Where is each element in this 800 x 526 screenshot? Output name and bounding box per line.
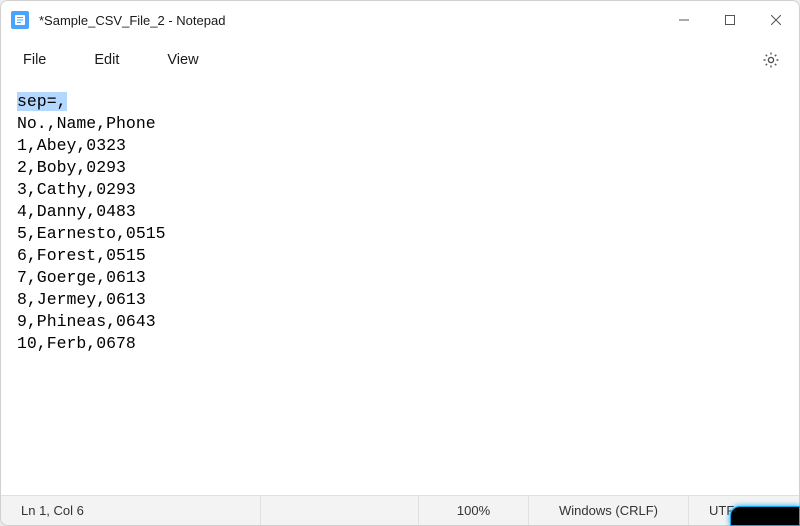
settings-icon[interactable] xyxy=(761,50,781,70)
title-bar[interactable]: *Sample_CSV_File_2 - Notepad xyxy=(1,1,799,39)
status-cursor-position[interactable]: Ln 1, Col 6 xyxy=(1,496,261,525)
menu-view[interactable]: View xyxy=(153,46,212,74)
window-controls xyxy=(661,1,799,39)
status-spacer xyxy=(261,496,419,525)
minimize-button[interactable] xyxy=(661,1,707,39)
notepad-app-icon xyxy=(11,11,29,29)
text-selection: sep=, xyxy=(17,92,67,111)
close-button[interactable] xyxy=(753,1,799,39)
notepad-window: *Sample_CSV_File_2 - Notepad File Edit V… xyxy=(0,0,800,526)
maximize-button[interactable] xyxy=(707,1,753,39)
status-bar: Ln 1, Col 6 100% Windows (CRLF) UTF-8 xyxy=(1,495,799,525)
menu-edit[interactable]: Edit xyxy=(80,46,133,74)
menu-file[interactable]: File xyxy=(9,46,60,74)
menu-bar: File Edit View xyxy=(1,39,799,81)
window-title: *Sample_CSV_File_2 - Notepad xyxy=(39,13,225,28)
status-line-ending[interactable]: Windows (CRLF) xyxy=(529,496,689,525)
overlay-badge xyxy=(730,506,800,526)
text-editor-area[interactable]: sep=, No.,Name,Phone 1,Abey,0323 2,Boby,… xyxy=(1,81,799,495)
status-zoom[interactable]: 100% xyxy=(419,496,529,525)
